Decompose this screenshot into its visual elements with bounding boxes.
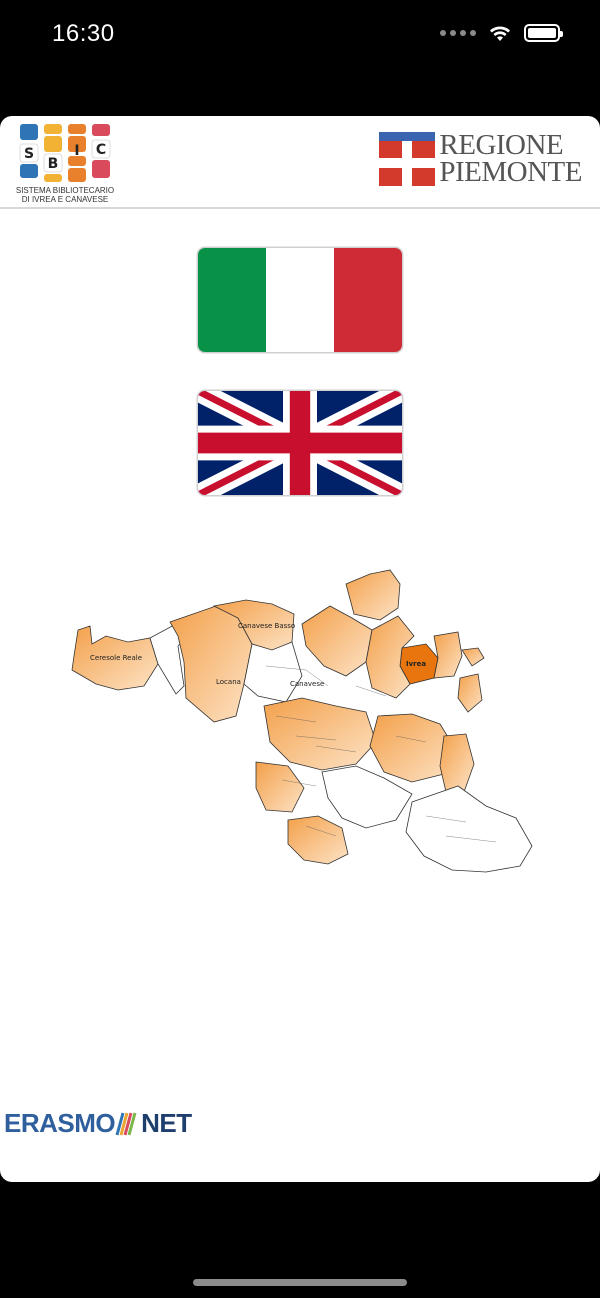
map-region-se — [405, 785, 533, 873]
sbic-caption-line1: SISTEMA BIBLIOTECARIO — [15, 186, 115, 195]
map-region-east-2 — [433, 631, 463, 679]
main-card: S B I C SISTEMA BIBLIOTECARIO DI IVREA E… — [0, 116, 600, 1182]
battery-icon — [524, 24, 563, 42]
status-bar: 16:30 — [0, 0, 600, 70]
cellular-signal-icon — [440, 30, 476, 36]
map-label-north: Canavese Basso — [238, 622, 295, 630]
home-indicator[interactable] — [193, 1279, 407, 1286]
sbic-caption: SISTEMA BIBLIOTECARIO DI IVREA E CANAVES… — [8, 186, 122, 204]
header: S B I C SISTEMA BIBLIOTECARIO DI IVREA E… — [0, 116, 600, 209]
map-region-ne-2 — [345, 569, 401, 621]
map-label-ivrea: Ivrea — [406, 660, 426, 668]
map-region-center — [243, 641, 303, 703]
map-region-east-3 — [439, 733, 475, 793]
status-icons — [440, 24, 563, 42]
italian-language-button[interactable] — [198, 248, 402, 352]
status-time: 16:30 — [52, 20, 115, 47]
sbic-caption-line2: DI IVREA E CANAVESE — [21, 195, 109, 204]
map-region-south-3 — [255, 761, 305, 813]
sbic-letter-s: S — [24, 146, 34, 162]
wifi-icon — [490, 26, 510, 41]
map-region-small — [461, 647, 485, 667]
sbic-letter-c: C — [96, 142, 106, 158]
canavese-map[interactable]: Canavese Basso Canavese Ivrea Locana Cer… — [66, 566, 538, 886]
map-region-south-4 — [287, 815, 349, 865]
regione-line1: REGIONE — [439, 129, 564, 161]
english-language-button[interactable] — [198, 391, 402, 495]
erasmonet-brand-part2: NET — [141, 1108, 192, 1138]
piemonte-coat-of-arms-icon — [379, 132, 436, 186]
map-label-west: Ceresole Reale — [90, 654, 142, 662]
map-label-center: Canavese — [290, 680, 324, 688]
erasmonet-logo[interactable]: ERASMO NET — [4, 1108, 192, 1139]
regione-piemonte-logo: REGIONE PIEMONTE — [379, 129, 582, 188]
map-label-locana: Locana — [216, 678, 241, 686]
sbic-letter-b: B — [48, 156, 59, 172]
map-region-ne-1 — [301, 605, 373, 677]
book-pages-icon — [115, 1112, 137, 1135]
erasmonet-brand-part1: ERASMO — [4, 1108, 116, 1138]
map-region-south-1 — [263, 697, 377, 771]
map-region-far-east — [457, 673, 483, 713]
sbic-letter-i: I — [74, 143, 79, 159]
regione-line2: PIEMONTE — [439, 156, 582, 188]
uk-flag-icon — [198, 391, 402, 495]
